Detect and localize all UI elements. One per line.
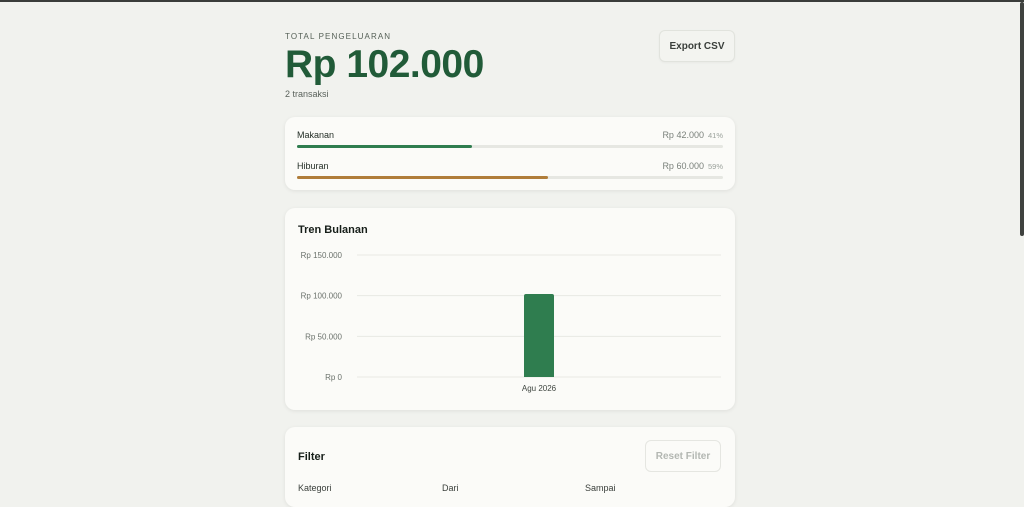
category-progress-fill — [297, 176, 549, 179]
filter-label-category: Kategori — [298, 483, 332, 493]
y-tick-label: Rp 150.000 — [301, 251, 343, 260]
page-scrollbar[interactable] — [1020, 2, 1024, 236]
category-name: Hiburan — [297, 161, 329, 171]
monthly-trend-card: Tren Bulanan Rp 0 Rp 50.000 Rp 100.000 Rp 1… — [285, 208, 735, 410]
category-percent: 59% — [707, 162, 723, 171]
category-percent: 41% — [707, 131, 723, 140]
filter-label-to: Sampai — [585, 483, 616, 493]
y-tick-label: Rp 100.000 — [301, 292, 343, 301]
total-label: TOTAL PENGELUARAN — [285, 32, 392, 41]
transaction-count: 2 transaksi — [285, 89, 329, 99]
category-amount-value: Rp 60.000 — [662, 161, 704, 171]
x-tick-label: Agu 2026 — [522, 384, 557, 393]
category-row-hiburan: Hiburan Rp 60.000 59% — [297, 161, 723, 187]
export-csv-button[interactable]: Export CSV — [659, 30, 735, 62]
category-name: Makanan — [297, 130, 335, 140]
summary-header: TOTAL PENGELUARAN Rp 102.000 2 transaksi… — [285, 30, 735, 102]
y-tick-label: Rp 0 — [325, 373, 342, 382]
bar — [524, 294, 554, 377]
category-amount: Rp 60.000 59% — [662, 161, 723, 171]
category-progress-fill — [297, 145, 472, 148]
category-breakdown-card: Makanan Rp 42.000 41% Hiburan Rp 60.000 59… — [285, 117, 735, 190]
category-amount-value: Rp 42.000 — [662, 130, 704, 140]
category-progress-track — [297, 145, 723, 148]
reset-filter-button[interactable]: Reset Filter — [645, 440, 721, 472]
category-progress-track — [297, 176, 723, 179]
trend-bar-chart: Rp 0 Rp 50.000 Rp 100.000 Rp 150.000 Agu 202… — [301, 251, 721, 393]
total-amount: Rp 102.000 — [285, 43, 484, 86]
window-top-edge — [0, 0, 1024, 2]
filter-label-from: Dari — [442, 483, 459, 493]
category-row-makanan: Makanan Rp 42.000 41% — [297, 130, 723, 156]
filter-card: Filter Reset Filter Kategori Dari Sampai — [285, 427, 735, 507]
filter-title: Filter — [298, 451, 325, 463]
y-tick-label: Rp 50.000 — [305, 332, 342, 341]
category-amount: Rp 42.000 41% — [662, 130, 723, 140]
